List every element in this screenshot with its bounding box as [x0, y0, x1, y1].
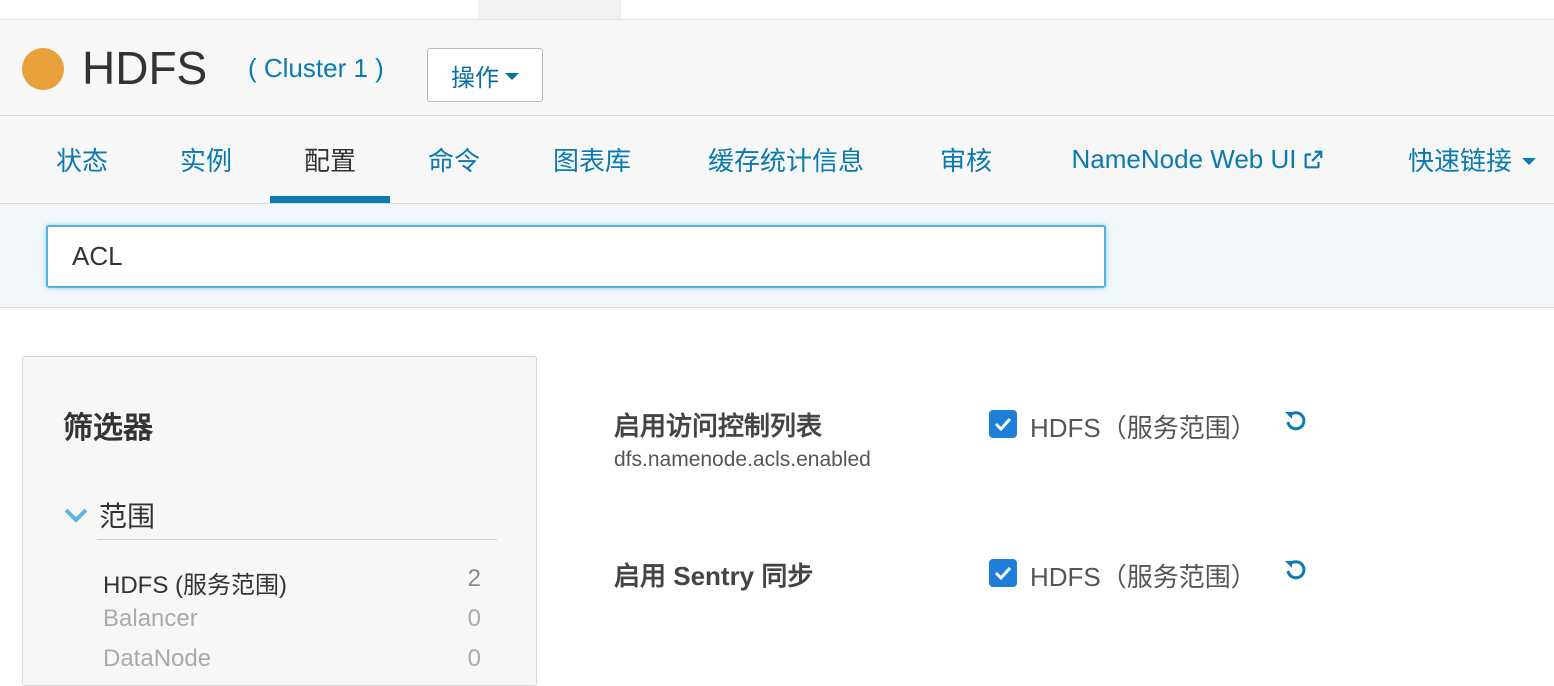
- tab-charts-library[interactable]: 图表库: [530, 116, 654, 203]
- filter-item-label: DataNode: [103, 645, 212, 672]
- tab-configuration[interactable]: 配置: [270, 116, 390, 203]
- caret-down-icon: [505, 73, 519, 80]
- filter-item-count: 0: [467, 605, 481, 632]
- service-header: HDFS ( Cluster 1 ) 操作: [0, 20, 1554, 116]
- service-tabs: 状态 实例 配置 命令 图表库 缓存统计信息 审核 NameNode Web U…: [0, 116, 1554, 204]
- checkmark-icon: [994, 417, 1012, 432]
- search-bar: [0, 204, 1554, 308]
- tab-quick-links[interactable]: 快速链接: [1390, 116, 1554, 203]
- filter-panel: 筛选器 范围 HDFS (服务范围) 2 Balancer 0 DataNode…: [22, 356, 537, 686]
- scope-section-toggle[interactable]: 范围: [63, 495, 155, 535]
- tab-cache-statistics[interactable]: 缓存统计信息: [690, 116, 882, 203]
- filter-item-balancer[interactable]: Balancer 0: [103, 605, 481, 633]
- browser-tab-stub: [478, 0, 621, 19]
- status-indicator: [22, 48, 64, 90]
- reset-to-default-icon[interactable]: [1283, 557, 1307, 581]
- top-strip: [0, 0, 1554, 20]
- actions-label: 操作: [451, 64, 499, 92]
- property-checkbox[interactable]: [989, 410, 1017, 438]
- external-link-icon: [1305, 150, 1323, 168]
- filter-item-count: 2: [467, 565, 481, 592]
- caret-down-icon: [1522, 157, 1536, 165]
- filter-item-label: HDFS (服务范围): [103, 572, 287, 599]
- service-title: HDFS: [82, 42, 208, 94]
- filter-item-label: Balancer: [103, 605, 198, 632]
- filter-item-hdfs-service[interactable]: HDFS (服务范围) 2: [103, 565, 481, 600]
- filter-title: 筛选器: [63, 412, 153, 445]
- tab-audits[interactable]: 审核: [918, 116, 1014, 203]
- tab-status[interactable]: 状态: [30, 116, 134, 203]
- property-display-name: 启用 Sentry 同步: [614, 561, 814, 591]
- scope-label: 范围: [99, 501, 156, 532]
- tab-namenode-web-ui[interactable]: NameNode Web UI: [1050, 116, 1346, 203]
- tab-commands[interactable]: 命令: [404, 116, 504, 203]
- tab-instances[interactable]: 实例: [154, 116, 258, 203]
- property-scope-label: HDFS（服务范围）: [1030, 413, 1257, 443]
- cluster-link[interactable]: ( Cluster 1 ): [248, 52, 384, 84]
- search-input[interactable]: [46, 225, 1106, 288]
- property-checkbox[interactable]: [989, 559, 1017, 587]
- checkmark-icon: [994, 566, 1012, 581]
- filter-item-datanode[interactable]: DataNode 0: [103, 645, 481, 673]
- filter-item-count: 0: [467, 645, 481, 672]
- property-scope-label: HDFS（服务范围）: [1030, 562, 1257, 592]
- divider: [97, 539, 497, 540]
- property-key: dfs.namenode.acls.enabled: [614, 448, 871, 471]
- actions-dropdown-button[interactable]: 操作: [427, 48, 543, 102]
- property-display-name: 启用访问控制列表: [614, 411, 823, 441]
- reset-to-default-icon[interactable]: [1283, 408, 1307, 432]
- chevron-down-icon: [64, 508, 88, 523]
